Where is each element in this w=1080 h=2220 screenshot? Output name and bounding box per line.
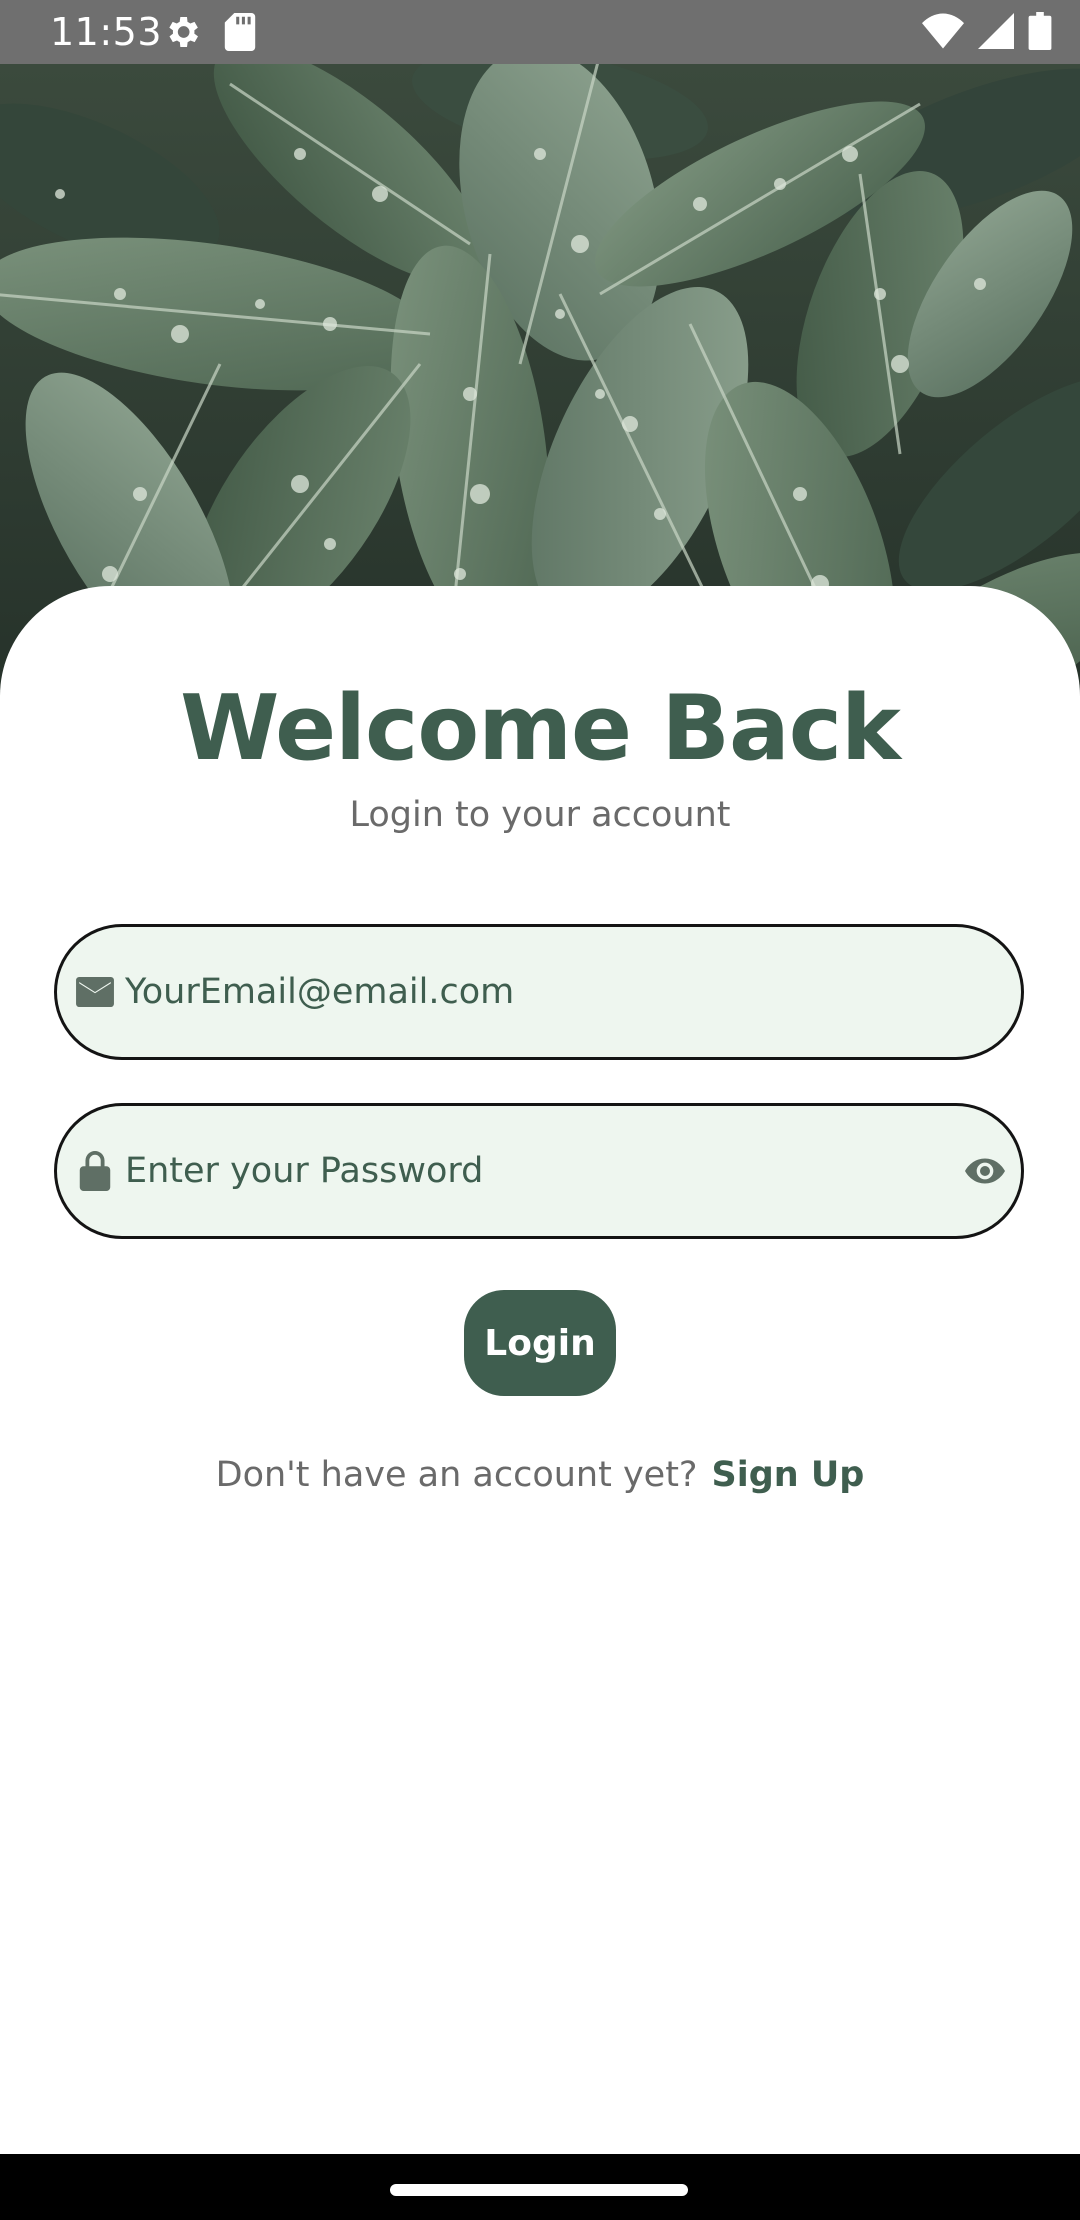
login-card: Welcome Back Login to your account Login… xyxy=(0,586,1080,2154)
signup-prompt: Don't have an account yet? xyxy=(215,1455,698,1495)
login-button[interactable]: Login xyxy=(464,1290,616,1396)
page-title: Welcome Back xyxy=(180,676,901,781)
email-field[interactable] xyxy=(54,924,1024,1060)
status-left-icons xyxy=(162,12,256,52)
navigation-bar xyxy=(0,2154,1080,2220)
password-field[interactable] xyxy=(54,1103,1024,1239)
page-subtitle: Login to your account xyxy=(349,795,731,835)
signup-link[interactable]: Sign Up xyxy=(712,1455,865,1495)
wifi-icon xyxy=(922,13,964,49)
eye-icon[interactable] xyxy=(963,1149,1007,1193)
status-time: 11:53 xyxy=(50,10,163,54)
status-right-icons xyxy=(922,12,1052,50)
lock-icon xyxy=(75,1151,115,1191)
cell-signal-icon xyxy=(978,13,1014,49)
home-gesture-handle[interactable] xyxy=(390,2184,688,2196)
settings-gear-icon xyxy=(162,12,202,52)
mail-icon xyxy=(75,972,115,1012)
login-screen: 11:53 Welcome Back Login to your account… xyxy=(0,0,1080,2220)
signup-row: Don't have an account yet? Sign Up xyxy=(0,1452,1080,1498)
battery-icon xyxy=(1028,12,1052,50)
status-bar: 11:53 xyxy=(0,0,1080,64)
email-input[interactable] xyxy=(125,927,945,1057)
sd-card-icon xyxy=(224,13,256,51)
password-input[interactable] xyxy=(125,1106,945,1236)
